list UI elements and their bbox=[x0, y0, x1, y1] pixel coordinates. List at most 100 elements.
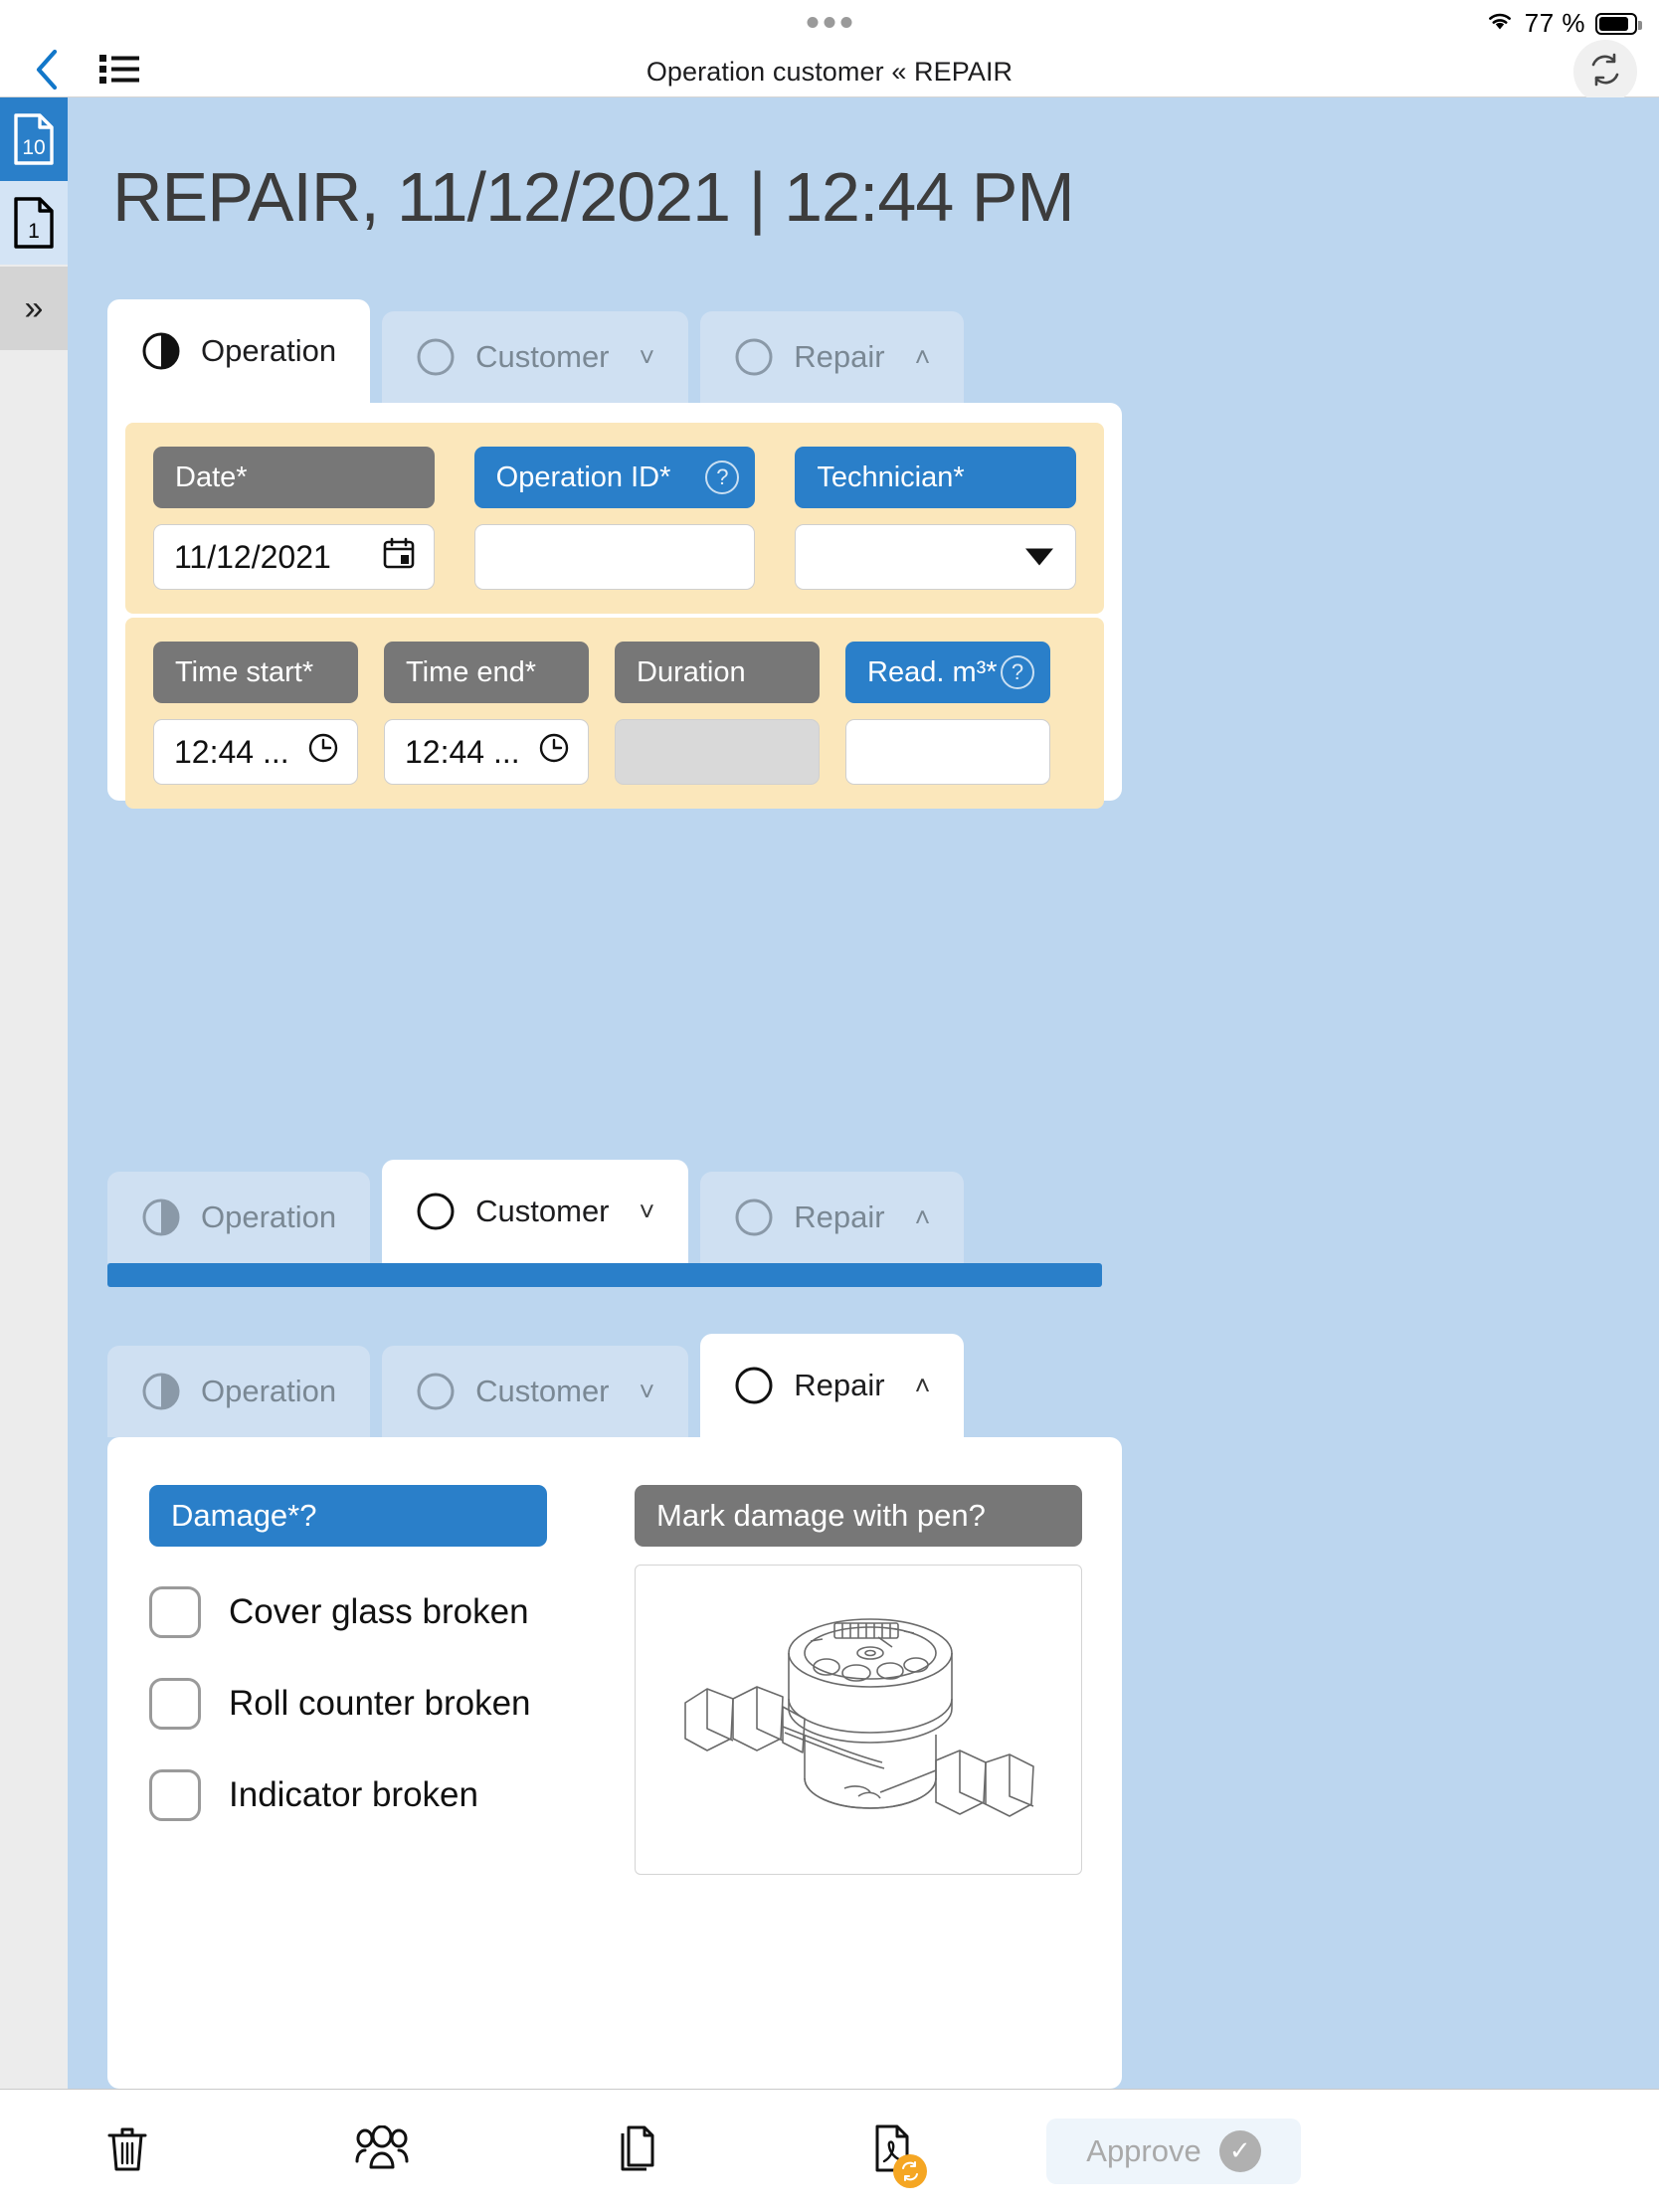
operation-panel: Date* 11/12/2021 Operation ID* ? Technic… bbox=[107, 403, 1122, 809]
sidebar-doc-count-10: 10 bbox=[22, 136, 46, 159]
checkbox-row[interactable]: Roll counter broken bbox=[149, 1678, 547, 1730]
field-date: Date* 11/12/2021 bbox=[153, 447, 435, 590]
tabrow-customer: Operation Customer ˅ Repair ˄ bbox=[107, 1160, 965, 1263]
sidebar-item-documents-10[interactable]: 10 bbox=[0, 97, 68, 181]
record-datetime: 11/12/2021 | 12:44 PM bbox=[396, 158, 1075, 236]
navigation-bar: Operation customer « REPAIR bbox=[0, 40, 1659, 103]
duration-readonly bbox=[615, 719, 820, 785]
delete-icon bbox=[105, 2123, 149, 2178]
checkbox-cover-glass-label: Cover glass broken bbox=[229, 1592, 529, 1631]
field-time-start-label: Time start* bbox=[153, 642, 358, 703]
operation-row-2: Time start* 12:44 ... Time end* 12:44 ..… bbox=[125, 618, 1104, 809]
sidebar-item-expand[interactable]: » bbox=[0, 267, 68, 350]
operation-id-input[interactable] bbox=[473, 524, 756, 590]
checkbox-row[interactable]: Cover glass broken bbox=[149, 1586, 547, 1638]
tab-repair-label: Repair bbox=[794, 339, 885, 374]
field-duration-label: Duration bbox=[615, 642, 820, 703]
clock-icon bbox=[307, 732, 339, 772]
sidebar-item-documents-1[interactable]: 1 bbox=[0, 181, 68, 265]
tabrow-repair: Operation Customer ˅ Repair ˄ bbox=[107, 1334, 965, 1437]
approve-button[interactable]: Approve ✓ bbox=[1046, 2118, 1301, 2184]
tab-repair-3-label: Repair bbox=[794, 1368, 885, 1402]
dropdown-caret-icon bbox=[1025, 548, 1054, 566]
progress-empty-icon bbox=[734, 1366, 774, 1405]
tab-repair-2-label: Repair bbox=[794, 1199, 885, 1234]
date-input[interactable]: 11/12/2021 bbox=[153, 524, 435, 590]
sync-badge-icon bbox=[893, 2154, 927, 2188]
water-meter-drawing-icon bbox=[684, 1618, 1034, 1817]
app-screen: 77 % Operation customer « REPAIR 10 1 » … bbox=[0, 0, 1659, 2212]
sync-refresh-icon bbox=[1586, 51, 1624, 93]
delete-button[interactable] bbox=[0, 2123, 255, 2178]
tab-operation-3[interactable]: Operation bbox=[107, 1346, 371, 1437]
checkbox-roll-counter[interactable] bbox=[149, 1678, 201, 1730]
progress-empty-icon bbox=[416, 1192, 456, 1231]
document-badge-1-icon: 1 bbox=[13, 196, 55, 250]
multitask-grabber[interactable] bbox=[807, 17, 852, 28]
date-input-value: 11/12/2021 bbox=[174, 538, 331, 575]
chevron-down-icon: ˅ bbox=[639, 1376, 655, 1406]
chevron-up-icon: ˄ bbox=[914, 1201, 931, 1232]
checkbox-row[interactable]: Indicator broken bbox=[149, 1769, 547, 1821]
help-icon[interactable]: ? bbox=[1001, 655, 1034, 689]
calendar-icon bbox=[382, 536, 416, 578]
copy-button[interactable] bbox=[509, 2123, 764, 2178]
checkbox-cover-glass[interactable] bbox=[149, 1586, 201, 1638]
mark-damage-label-text: Mark damage with pen bbox=[656, 1498, 969, 1533]
checkbox-roll-counter-label: Roll counter broken bbox=[229, 1684, 531, 1723]
time-start-input[interactable]: 12:44 ... bbox=[153, 719, 358, 785]
chevron-up-icon: ˄ bbox=[914, 341, 931, 372]
mark-damage-label: Mark damage with pen ? bbox=[635, 1485, 1082, 1547]
pdf-sync-button[interactable] bbox=[764, 2123, 1018, 2188]
battery-icon bbox=[1595, 12, 1642, 35]
main-content: REPAIR, 11/12/2021 | 12:44 PM Operation … bbox=[68, 97, 1659, 2089]
record-name: REPAIR, bbox=[112, 158, 380, 236]
chevron-up-icon: ˄ bbox=[914, 1370, 931, 1400]
field-date-label: Date* bbox=[153, 447, 435, 508]
tabrow-operation: Operation Customer ˅ Repair ˄ bbox=[107, 299, 965, 403]
progress-empty-icon bbox=[734, 337, 774, 377]
progress-half-icon bbox=[141, 331, 181, 371]
tab-operation-3-label: Operation bbox=[201, 1374, 337, 1408]
contacts-button[interactable] bbox=[255, 2124, 509, 2176]
tab-operation[interactable]: Operation bbox=[107, 299, 371, 403]
field-reading: Read. m³* ? bbox=[845, 642, 1050, 785]
tab-customer-2[interactable]: Customer ˅ bbox=[382, 1160, 689, 1263]
help-icon[interactable]: ? bbox=[299, 1498, 316, 1534]
time-end-input[interactable]: 12:44 ... bbox=[384, 719, 589, 785]
left-sidebar: 10 1 » bbox=[0, 97, 68, 2089]
page-title-bar: Operation customer « REPAIR bbox=[645, 56, 1014, 87]
checkbox-indicator[interactable] bbox=[149, 1769, 201, 1821]
progress-half-icon bbox=[141, 1198, 181, 1237]
status-indicators: 77 % bbox=[1485, 8, 1642, 39]
chevron-down-icon: ˅ bbox=[639, 341, 655, 372]
mark-damage-group: Mark damage with pen ? bbox=[635, 1485, 1082, 1875]
record-header: REPAIR, 11/12/2021 | 12:44 PM bbox=[112, 157, 1075, 237]
tab-operation-2[interactable]: Operation bbox=[107, 1172, 371, 1263]
field-time-start: Time start* 12:44 ... bbox=[153, 642, 358, 785]
operation-row-1: Date* 11/12/2021 Operation ID* ? Technic… bbox=[125, 423, 1104, 614]
help-icon[interactable]: ? bbox=[969, 1498, 986, 1534]
technician-select[interactable] bbox=[795, 524, 1077, 590]
tab-repair-2[interactable]: Repair ˄ bbox=[700, 1172, 965, 1263]
tab-repair[interactable]: Repair ˄ bbox=[700, 311, 965, 403]
field-operation-id-label: Operation ID* ? bbox=[473, 447, 756, 508]
approve-button-label: Approve bbox=[1086, 2132, 1201, 2168]
document-badge-10-icon: 10 bbox=[13, 112, 55, 166]
refresh-button[interactable] bbox=[1573, 40, 1637, 103]
reading-input[interactable] bbox=[845, 719, 1050, 785]
double-chevron-right-icon: » bbox=[24, 288, 44, 327]
time-start-value: 12:44 ... bbox=[174, 733, 289, 770]
help-icon[interactable]: ? bbox=[705, 461, 740, 494]
mark-damage-canvas[interactable] bbox=[635, 1565, 1082, 1875]
chevron-down-icon: ˅ bbox=[639, 1196, 655, 1226]
field-duration: Duration bbox=[615, 642, 820, 785]
field-reading-label: Read. m³* ? bbox=[845, 642, 1050, 703]
tab-customer[interactable]: Customer ˅ bbox=[382, 311, 689, 403]
check-circle-icon: ✓ bbox=[1218, 2129, 1261, 2172]
tab-customer-2-label: Customer bbox=[475, 1194, 610, 1228]
battery-percent-label: 77 % bbox=[1524, 8, 1585, 38]
tab-customer-3[interactable]: Customer ˅ bbox=[382, 1346, 689, 1437]
tab-repair-3[interactable]: Repair ˄ bbox=[700, 1334, 965, 1437]
bottom-toolbar: Approve ✓ bbox=[0, 2089, 1659, 2212]
